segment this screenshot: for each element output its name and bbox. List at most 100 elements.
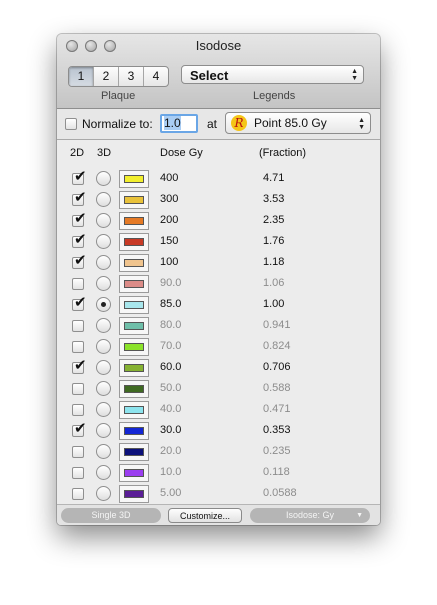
color-swatch bbox=[124, 427, 144, 435]
show-2d-checkbox[interactable] bbox=[72, 446, 84, 458]
select-3d-radio[interactable] bbox=[96, 213, 111, 228]
isodose-row: ✔ 400 4.71 bbox=[57, 169, 380, 190]
color-well[interactable] bbox=[119, 380, 149, 398]
isodose-row: 50.0 0.588 bbox=[57, 379, 380, 400]
fraction-value: 0.471 bbox=[263, 403, 291, 415]
normalize-point-popup[interactable]: R Point 85.0 Gy ▲ ▼ bbox=[225, 112, 371, 134]
legends-popup[interactable]: Select ▲ ▼ bbox=[181, 65, 364, 84]
select-3d-radio[interactable] bbox=[96, 444, 111, 459]
isodose-row: ✔ 60.0 0.706 bbox=[57, 358, 380, 379]
fraction-value: 0.824 bbox=[263, 340, 291, 352]
plaque-tab-4[interactable]: 4 bbox=[144, 67, 168, 86]
select-3d-radio[interactable] bbox=[96, 486, 111, 501]
isodose-units-popup[interactable]: Isodose: Gy ▼ bbox=[250, 508, 370, 523]
color-swatch bbox=[124, 259, 144, 267]
select-3d-radio[interactable] bbox=[96, 297, 111, 312]
legends-value: Select bbox=[190, 68, 229, 83]
color-well[interactable] bbox=[119, 464, 149, 482]
color-well[interactable] bbox=[119, 212, 149, 230]
select-3d-radio[interactable] bbox=[96, 402, 111, 417]
popup-arrows-icon: ▲ ▼ bbox=[351, 68, 358, 82]
color-swatch bbox=[124, 364, 144, 372]
select-3d-radio[interactable] bbox=[96, 381, 111, 396]
color-swatch bbox=[124, 406, 144, 414]
normalize-value-field[interactable]: 1.0 bbox=[160, 114, 198, 133]
show-2d-checkbox[interactable] bbox=[72, 404, 84, 416]
color-well[interactable] bbox=[119, 254, 149, 272]
show-2d-checkbox[interactable]: ✔ bbox=[72, 421, 87, 437]
select-3d-radio[interactable] bbox=[96, 465, 111, 480]
color-well[interactable] bbox=[119, 422, 149, 440]
select-3d-radio[interactable] bbox=[96, 360, 111, 375]
fraction-value: 0.706 bbox=[263, 361, 291, 373]
dropdown-arrow-icon: ▼ bbox=[356, 512, 363, 519]
single-3d-button[interactable]: Single 3D bbox=[61, 508, 161, 523]
color-swatch bbox=[124, 175, 144, 183]
color-well[interactable] bbox=[119, 296, 149, 314]
checkmark-icon: ✔ bbox=[74, 420, 87, 437]
customize-button[interactable]: Customize... bbox=[168, 508, 242, 523]
show-2d-checkbox[interactable] bbox=[72, 467, 84, 479]
color-well[interactable] bbox=[119, 338, 149, 356]
rx-icon: R bbox=[231, 115, 247, 131]
select-3d-radio[interactable] bbox=[96, 423, 111, 438]
color-well[interactable] bbox=[119, 233, 149, 251]
color-well[interactable] bbox=[119, 317, 149, 335]
select-3d-radio[interactable] bbox=[96, 255, 111, 270]
show-2d-checkbox[interactable]: ✔ bbox=[72, 295, 87, 311]
dose-value: 20.0 bbox=[160, 445, 182, 457]
show-2d-checkbox[interactable]: ✔ bbox=[72, 190, 87, 206]
isodose-row: 10.0 0.118 bbox=[57, 463, 380, 484]
select-3d-radio[interactable] bbox=[96, 171, 111, 186]
plaque-tab-2[interactable]: 2 bbox=[94, 67, 119, 86]
show-2d-checkbox[interactable]: ✔ bbox=[72, 358, 87, 374]
plaque-tab-3[interactable]: 3 bbox=[119, 67, 144, 86]
dose-value: 10.0 bbox=[160, 466, 182, 478]
dose-value: 400 bbox=[160, 172, 179, 184]
normalize-checkbox[interactable] bbox=[65, 118, 77, 130]
plaque-caption: Plaque bbox=[101, 90, 136, 102]
color-swatch bbox=[124, 301, 144, 309]
select-3d-radio[interactable] bbox=[96, 318, 111, 333]
isodose-row: ✔ 85.0 1.00 bbox=[57, 295, 380, 316]
plaque-tab-1[interactable]: 1 bbox=[69, 67, 94, 86]
select-3d-radio[interactable] bbox=[96, 192, 111, 207]
color-well[interactable] bbox=[119, 275, 149, 293]
fraction-value: 1.00 bbox=[263, 298, 285, 310]
color-swatch bbox=[124, 217, 144, 225]
color-well[interactable] bbox=[119, 485, 149, 503]
color-swatch bbox=[124, 469, 144, 477]
select-3d-radio[interactable] bbox=[96, 234, 111, 249]
color-well[interactable] bbox=[119, 359, 149, 377]
fraction-value: 1.18 bbox=[263, 256, 285, 268]
dose-value: 80.0 bbox=[160, 319, 182, 331]
dose-value: 85.0 bbox=[160, 298, 182, 310]
color-well[interactable] bbox=[119, 401, 149, 419]
normalize-point-value: Point 85.0 Gy bbox=[254, 116, 327, 130]
color-well[interactable] bbox=[119, 170, 149, 188]
fraction-value: 4.71 bbox=[263, 172, 285, 184]
isodose-row: ✔ 200 2.35 bbox=[57, 211, 380, 232]
color-swatch bbox=[124, 385, 144, 393]
fraction-value: 3.53 bbox=[263, 193, 285, 205]
radio-dot-icon bbox=[101, 302, 106, 307]
color-well[interactable] bbox=[119, 443, 149, 461]
show-2d-checkbox[interactable]: ✔ bbox=[72, 253, 87, 269]
show-2d-checkbox[interactable]: ✔ bbox=[72, 169, 87, 185]
fraction-value: 2.35 bbox=[263, 214, 285, 226]
select-3d-radio[interactable] bbox=[96, 276, 111, 291]
at-label: at bbox=[207, 117, 218, 131]
select-3d-radio[interactable] bbox=[96, 339, 111, 354]
show-2d-checkbox[interactable] bbox=[72, 488, 84, 500]
isodose-row: ✔ 150 1.76 bbox=[57, 232, 380, 253]
show-2d-checkbox[interactable] bbox=[72, 278, 84, 290]
isodose-units-value: Isodose: Gy bbox=[285, 510, 335, 520]
show-2d-checkbox[interactable]: ✔ bbox=[72, 211, 87, 227]
show-2d-checkbox[interactable] bbox=[72, 383, 84, 395]
show-2d-checkbox[interactable]: ✔ bbox=[72, 232, 87, 248]
dose-value: 5.00 bbox=[160, 487, 182, 499]
show-2d-checkbox[interactable] bbox=[72, 341, 84, 353]
color-swatch bbox=[124, 238, 144, 246]
color-well[interactable] bbox=[119, 191, 149, 209]
show-2d-checkbox[interactable] bbox=[72, 320, 84, 332]
